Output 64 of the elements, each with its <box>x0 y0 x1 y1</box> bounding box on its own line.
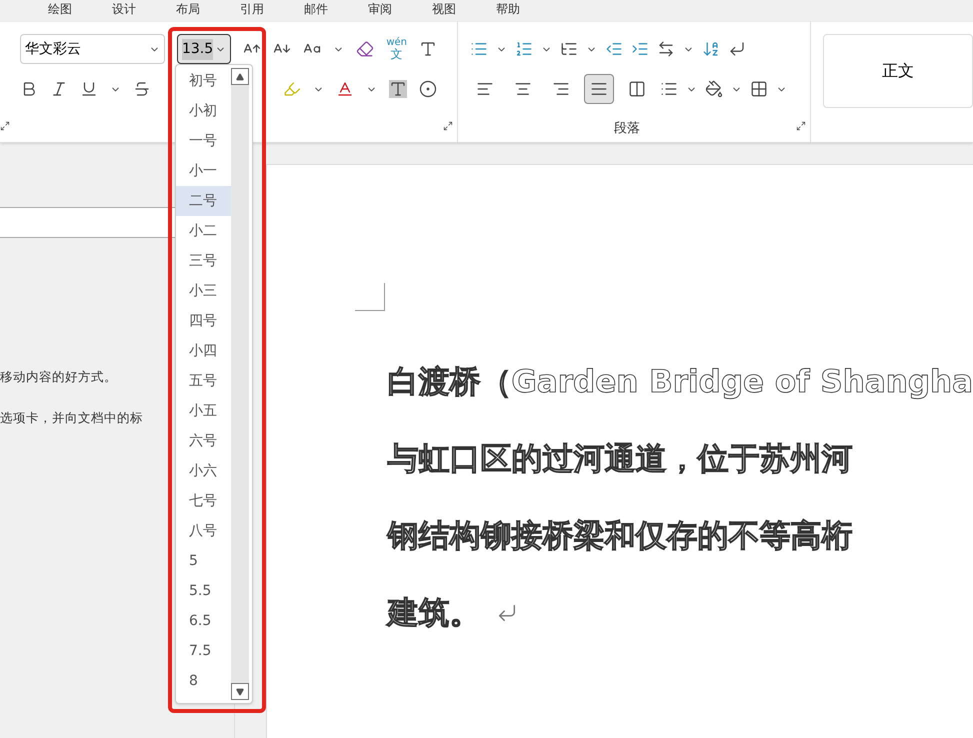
font-size-option[interactable]: 5 <box>176 546 231 576</box>
shading-icon[interactable] <box>705 80 723 98</box>
navigation-text: 选项卡，并向文档中的标 <box>0 408 143 427</box>
margin-corner-mark <box>355 283 386 311</box>
font-size-option[interactable]: 五号 <box>176 366 231 396</box>
font-size-option[interactable]: 小二 <box>176 216 231 246</box>
font-size-option[interactable]: 8 <box>176 666 231 696</box>
font-size-option[interactable]: 小一 <box>176 156 231 186</box>
font-size-option[interactable]: 小三 <box>176 276 231 306</box>
menu-tab[interactable]: 设计 <box>112 0 136 18</box>
down-triangle-icon <box>236 688 244 696</box>
menu-tab[interactable]: 引用 <box>240 0 264 18</box>
menu-tab[interactable]: 帮助 <box>496 0 520 18</box>
clear-formatting-icon[interactable] <box>356 40 374 58</box>
strikethrough-icon[interactable] <box>133 80 151 98</box>
font-size-option[interactable]: 小四 <box>176 336 231 366</box>
font-size-option[interactable]: 二号 <box>176 186 231 216</box>
font-name-field[interactable]: 华文彩云 <box>20 34 165 64</box>
dialog-launcher-icon[interactable] <box>0 121 10 131</box>
decrease-indent-icon[interactable] <box>605 40 623 58</box>
group-label: 段落 <box>614 120 640 138</box>
font-size-option[interactable]: 一号 <box>176 126 231 156</box>
line-break-icon[interactable] <box>728 40 746 58</box>
scroll-up-button[interactable] <box>231 68 249 85</box>
font-size-option[interactable]: 八号 <box>176 516 231 546</box>
menu-tab[interactable]: 邮件 <box>304 0 328 18</box>
borders-icon[interactable] <box>750 80 768 98</box>
alignment-button[interactable] <box>584 74 614 104</box>
up-triangle-icon <box>236 72 244 80</box>
font-size-option[interactable]: 小初 <box>176 96 231 126</box>
increase-indent-icon[interactable] <box>631 40 649 58</box>
style-gallery-item[interactable]: 正文 <box>823 34 973 108</box>
phonetic-guide-button[interactable]: wén 文 <box>386 38 407 60</box>
font-size-option[interactable]: 三号 <box>176 246 231 276</box>
dialog-launcher-icon[interactable] <box>796 121 806 131</box>
dialog-launcher-icon[interactable] <box>443 121 453 131</box>
font-size-option[interactable]: 7.5 <box>176 636 231 666</box>
font-size-option[interactable]: 初号 <box>176 66 231 96</box>
font-size-option[interactable]: 5.5 <box>176 576 231 606</box>
font-size-option[interactable]: 6.5 <box>176 606 231 636</box>
font-size-option[interactable]: 六号 <box>176 426 231 456</box>
menu-tab[interactable]: 布局 <box>176 0 200 18</box>
scrollbar[interactable] <box>231 68 249 700</box>
font-size-field[interactable]: 13.5 <box>176 34 232 64</box>
numbering-icon[interactable] <box>515 40 533 58</box>
document-text-line: 白渡桥（Garden Bridge of Shangha <box>387 363 973 402</box>
font-color-icon[interactable] <box>336 80 354 98</box>
underline-icon[interactable] <box>80 80 98 98</box>
font-size-option[interactable]: 小六 <box>176 456 231 486</box>
font-size-option[interactable]: 小五 <box>176 396 231 426</box>
sort-icon[interactable] <box>702 40 720 58</box>
document-text-line: 钢结构铆接桥梁和仅存的不等高桁 <box>387 517 852 556</box>
scroll-down-button[interactable] <box>231 683 249 700</box>
document-text-line: 建筑。 <box>387 594 480 633</box>
menu-tab[interactable]: 审阅 <box>368 0 392 18</box>
font-size-option[interactable]: 七号 <box>176 486 231 516</box>
navigation-text: 移动内容的好方式。 <box>0 368 117 386</box>
bullets-icon[interactable] <box>470 40 488 58</box>
font-size-option[interactable]: 四号 <box>176 306 231 336</box>
menu-tab[interactable]: 视图 <box>432 0 456 18</box>
document-text-line: 与虹口区的过河通道，位于苏州河 <box>387 440 852 479</box>
italic-icon[interactable] <box>50 80 68 98</box>
multilevel-list-icon[interactable] <box>560 40 578 58</box>
menu-tab[interactable]: 绘图 <box>48 0 72 18</box>
